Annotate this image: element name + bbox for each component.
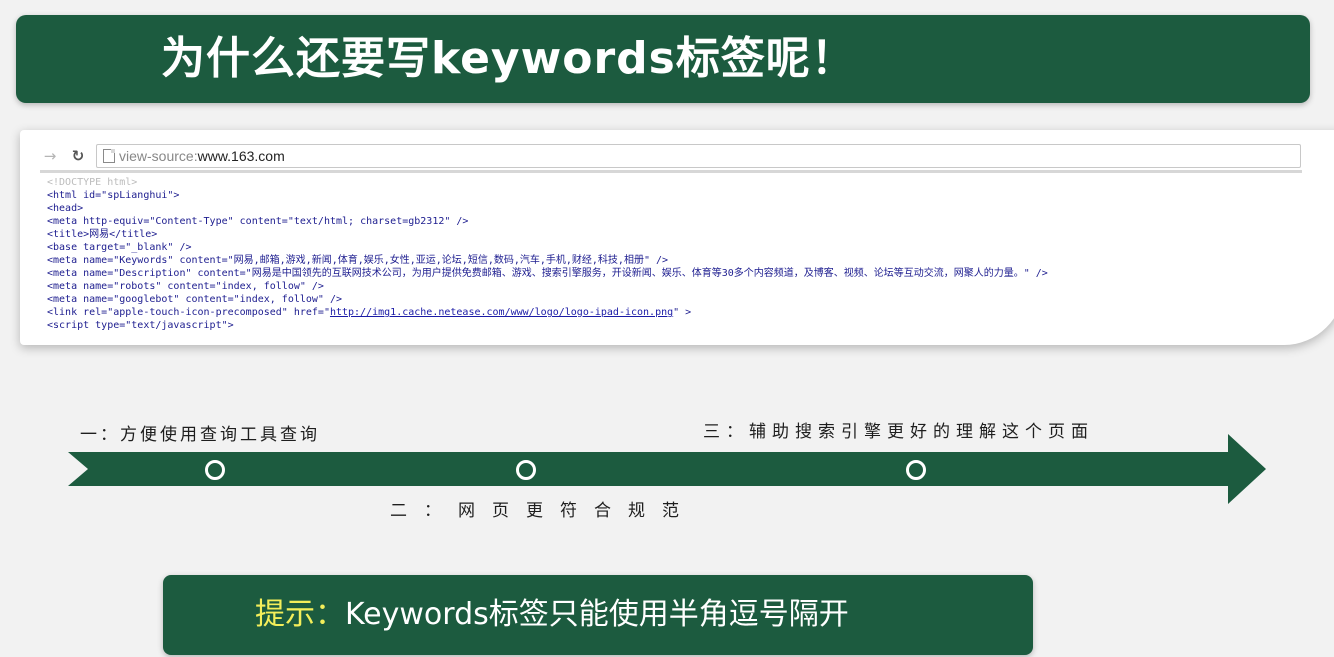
- timeline-arrow-shape: [68, 434, 1266, 504]
- icon-url-link[interactable]: http://img1.cache.netease.com/www/logo/l…: [330, 307, 673, 318]
- timeline-milestone-2: [516, 460, 536, 480]
- source-line: <html id="spLianghui">: [47, 190, 180, 201]
- source-line: <meta name="Description" content="网易是中国领…: [47, 268, 1048, 279]
- page-icon: [103, 149, 115, 163]
- tip-text: 提示：Keywords标签只能使用半角逗号隔开: [255, 593, 849, 637]
- browser-toolbar: → ↻ view-source:www.163.com: [20, 142, 1334, 172]
- source-line: <!DOCTYPE html>: [47, 177, 138, 188]
- address-bar[interactable]: view-source:www.163.com: [96, 144, 1301, 168]
- link-tag-end: " >: [673, 307, 692, 318]
- panel-corner-accent: [1276, 277, 1334, 345]
- back-arrow-icon[interactable]: →: [40, 146, 60, 166]
- source-line: <title>网易</title>: [47, 229, 158, 240]
- toolbar-divider: [40, 170, 1302, 173]
- source-line: <meta name="Keywords" content="网易,邮箱,游戏,…: [47, 255, 669, 266]
- link-tag-start: <link rel="apple-touch-icon-precomposed"…: [47, 307, 330, 318]
- source-line: <meta name="robots" content="index, foll…: [47, 281, 324, 292]
- slide-title: 为什么还要写keywords标签呢！: [161, 33, 856, 84]
- tip-banner: 提示：Keywords标签只能使用半角逗号隔开: [163, 575, 1033, 655]
- timeline-milestone-1: [205, 460, 225, 480]
- source-line-link: <link rel="apple-touch-icon-precomposed"…: [47, 306, 1317, 319]
- source-line: <meta name="googlebot" content="index, f…: [47, 294, 343, 305]
- title-banner: 为什么还要写keywords标签呢！: [16, 15, 1310, 103]
- timeline-arrow: [68, 434, 1266, 504]
- source-line: <base target="_blank" />: [47, 242, 192, 253]
- source-line: <script type="text/javascript">: [47, 320, 234, 331]
- source-code-view: <!DOCTYPE html> <html id="spLianghui"> <…: [47, 176, 1317, 332]
- source-line: <meta http-equiv="Content-Type" content=…: [47, 216, 469, 227]
- timeline-milestone-3: [906, 460, 926, 480]
- browser-screenshot-panel: → ↻ view-source:www.163.com <!DOCTYPE ht…: [20, 130, 1334, 345]
- url-scheme: view-source:: [119, 148, 198, 164]
- source-line: <head>: [47, 203, 84, 214]
- url-host: www.163.com: [197, 148, 285, 164]
- reload-icon[interactable]: ↻: [68, 146, 88, 166]
- tip-prefix: 提示：: [255, 597, 345, 632]
- tip-body: Keywords标签只能使用半角逗号隔开: [345, 597, 849, 632]
